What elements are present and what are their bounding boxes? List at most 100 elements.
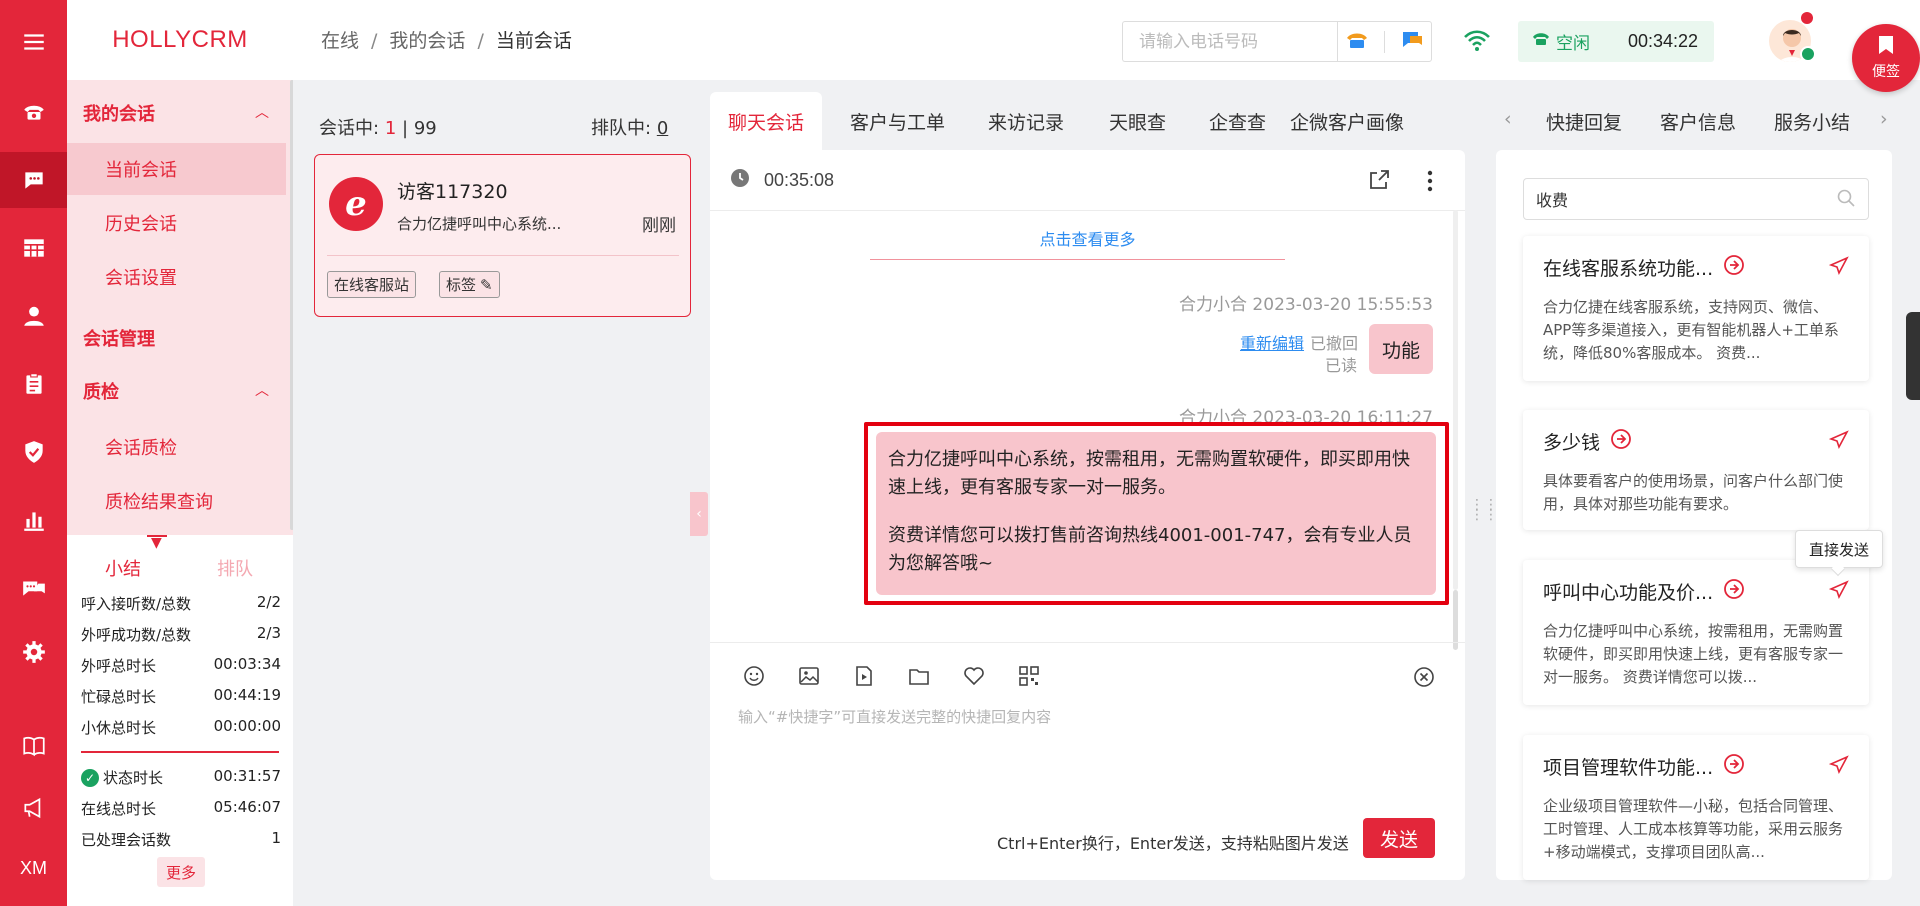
sticky-note-button[interactable]: 便签 <box>1852 24 1920 92</box>
input-divider <box>710 642 1465 643</box>
quick-reply-card[interactable]: 多少钱 具体要看客户的使用场景，问客户什么部门使用，具体对那些功能有要求。 <box>1523 410 1869 530</box>
menu-item-session-qc[interactable]: 会话质检 <box>67 421 286 473</box>
chat-tabs: 聊天会话 客户与工单 来访记录 天眼查 企查查 企微客户画像 <box>710 92 1465 150</box>
menu-item-qc-results[interactable]: 质检结果查询 <box>67 475 286 527</box>
workorder-icon[interactable] <box>0 356 67 412</box>
recalled-status: 已撤回 <box>1310 334 1359 353</box>
breadcrumb-online[interactable]: 在线 <box>321 30 359 52</box>
highlight-box: 合力亿捷呼叫中心系统，按需租用，无需购置软硬件，即买即用快速上线，更有客服专家一… <box>864 422 1449 605</box>
breadcrumb-current: 当前会话 <box>495 30 572 52</box>
menu-item-current-session[interactable]: 当前会话 <box>67 143 286 195</box>
stat-online-duration: 在线总时长 05:46:07 <box>81 798 281 818</box>
message-input[interactable] <box>738 706 1438 796</box>
stat-break-duration: 小休总时长 00:00:00 <box>81 717 281 737</box>
arrow-right-circle-icon[interactable] <box>1723 254 1745 281</box>
customer-icon[interactable] <box>0 288 67 344</box>
settings-gear-icon[interactable] <box>0 624 67 680</box>
queue-count[interactable]: 排队中: 0 <box>591 114 668 140</box>
quick-reply-card[interactable]: 项目管理软件功能... 企业级项目管理软件—小秘，包括合同管理、工时管理、人工成… <box>1523 735 1869 880</box>
chat-icon[interactable] <box>0 152 67 208</box>
read-status: 已读 <box>1325 356 1358 375</box>
browser-ie-icon: e <box>329 177 383 231</box>
stat-status-duration: ✓ 状态时长 00:31:57 <box>81 767 281 788</box>
tab-visit-records[interactable]: 来访记录 <box>970 92 1082 150</box>
chat-bubble-icon[interactable] <box>1400 30 1424 54</box>
quick-reply-search-input[interactable] <box>1523 178 1869 220</box>
tab-service-summary[interactable]: 服务小结 <box>1774 108 1850 135</box>
stat-outbound-duration: 外呼总时长 00:03:34 <box>81 655 281 675</box>
send-direct-icon[interactable] <box>1828 256 1849 280</box>
quick-reply-card[interactable]: 呼叫中心功能及价... 合力亿捷呼叫中心系统，按需租用，无需购置软硬件，即买即用… <box>1523 560 1869 705</box>
image-icon[interactable] <box>795 662 823 690</box>
dashboard-grid-icon[interactable] <box>0 220 67 276</box>
send-button[interactable]: 发送 <box>1363 818 1435 858</box>
menu-group-my-sessions[interactable]: 我的会话 <box>83 100 155 126</box>
chevron-right-icon[interactable]: › <box>1880 108 1888 130</box>
tab-queue[interactable]: 排队 <box>217 555 253 581</box>
send-direct-icon[interactable] <box>1828 580 1849 604</box>
send-direct-icon[interactable] <box>1828 755 1849 779</box>
phone-status-icon <box>1532 31 1550 52</box>
more-button[interactable]: 更多 <box>157 857 205 887</box>
heart-icon[interactable] <box>960 662 988 690</box>
arrow-right-circle-icon[interactable] <box>1610 428 1632 455</box>
collapse-arrow-icon[interactable]: ▼ <box>151 535 162 551</box>
tab-chat-session[interactable]: 聊天会话 <box>710 92 823 150</box>
chat-scrollbar-thumb[interactable] <box>1453 590 1458 650</box>
messages-icon[interactable] <box>0 560 67 616</box>
arrow-right-circle-icon[interactable] <box>1723 753 1745 780</box>
chevron-left-icon[interactable]: ‹ <box>1504 108 1512 130</box>
menu-group-quality[interactable]: 质检 <box>83 378 119 404</box>
panel-resize-handle[interactable]: ⋮⋮ ⋮⋮ <box>1470 498 1498 534</box>
tab-customer-info[interactable]: 客户信息 <box>1660 108 1736 135</box>
chat-scrollbar-track[interactable] <box>1453 210 1458 590</box>
notification-dot <box>1801 12 1813 24</box>
report-chart-icon[interactable] <box>0 492 67 548</box>
breadcrumb-my-sessions[interactable]: 我的会话 <box>389 30 465 52</box>
close-session-icon[interactable] <box>1413 666 1435 692</box>
edge-side-widget[interactable] <box>1906 312 1920 400</box>
visitor-last-message: 合力亿捷呼叫中心系统... <box>397 215 562 233</box>
phone-icon[interactable] <box>0 84 67 140</box>
chevron-up-icon[interactable]: ︿ <box>255 380 269 400</box>
arrow-right-circle-icon[interactable] <box>1723 578 1745 605</box>
menu-item-history-session[interactable]: 历史会话 <box>67 197 286 249</box>
send-direct-icon[interactable] <box>1828 430 1849 454</box>
emoji-icon[interactable] <box>740 662 768 690</box>
video-file-icon[interactable] <box>850 662 878 690</box>
phone-number-input[interactable] <box>1122 21 1337 62</box>
collapse-session-list-handle[interactable]: ‹ <box>690 492 708 536</box>
chevron-up-icon[interactable]: ︿ <box>255 102 269 122</box>
session-list-panel: 会话中: 1 | 99 排队中: 0 e 访客117320 合力亿捷呼叫中心系统… <box>293 80 693 906</box>
dial-phone-icon[interactable] <box>1345 30 1369 54</box>
announcement-icon[interactable] <box>0 780 67 836</box>
menu-item-session-settings[interactable]: 会话设置 <box>67 251 286 303</box>
knowledge-book-icon[interactable] <box>0 718 67 774</box>
agent-message-bubble[interactable]: 功能 <box>1369 324 1433 374</box>
shield-icon[interactable] <box>0 424 67 480</box>
tab-summary[interactable]: 小结 <box>105 555 141 581</box>
search-icon[interactable] <box>1836 188 1856 212</box>
tab-quick-reply[interactable]: 快捷回复 <box>1546 108 1622 135</box>
user-initials[interactable]: XM <box>0 840 67 896</box>
pencil-icon: ✎ <box>480 275 493 294</box>
agent-status[interactable]: 空闲 00:34:22 <box>1518 21 1714 62</box>
load-more-link[interactable]: 点击查看更多 <box>710 226 1465 250</box>
tab-wecom-profile[interactable]: 企微客户画像 <box>1272 92 1422 150</box>
tab-tianyancha[interactable]: 天眼查 <box>1091 92 1184 150</box>
tab-customer-workorder[interactable]: 客户与工单 <box>832 92 963 150</box>
agent-message-bubble[interactable]: 合力亿捷呼叫中心系统，按需租用，无需购置软硬件，即买即用快速上线，更有客服专家一… <box>876 432 1436 595</box>
edit-tag-button[interactable]: 标签 ✎ <box>439 271 500 298</box>
session-card[interactable]: e 访客117320 合力亿捷呼叫中心系统... 刚刚 在线客服站 标签 ✎ <box>314 154 691 317</box>
share-export-icon[interactable] <box>1367 168 1391 196</box>
more-vertical-icon[interactable] <box>1426 170 1434 196</box>
tab-qichacha[interactable]: 企查查 <box>1191 92 1284 150</box>
quick-reply-card[interactable]: 在线客服系统功能... 合力亿捷在线客服系统，支持网页、微信、APP等多渠道接入… <box>1523 236 1869 381</box>
folder-icon[interactable] <box>905 662 933 690</box>
menu-group-session-manage[interactable]: 会话管理 <box>83 325 155 351</box>
qrcode-icon[interactable] <box>1015 662 1043 690</box>
send-hint: Ctrl+Enter换行，Enter发送，支持粘贴图片发送 <box>997 834 1349 853</box>
menu-toggle-icon[interactable] <box>0 14 67 70</box>
re-edit-link[interactable]: 重新编辑 <box>1240 330 1304 354</box>
session-timer: 00:35:08 <box>730 168 834 193</box>
